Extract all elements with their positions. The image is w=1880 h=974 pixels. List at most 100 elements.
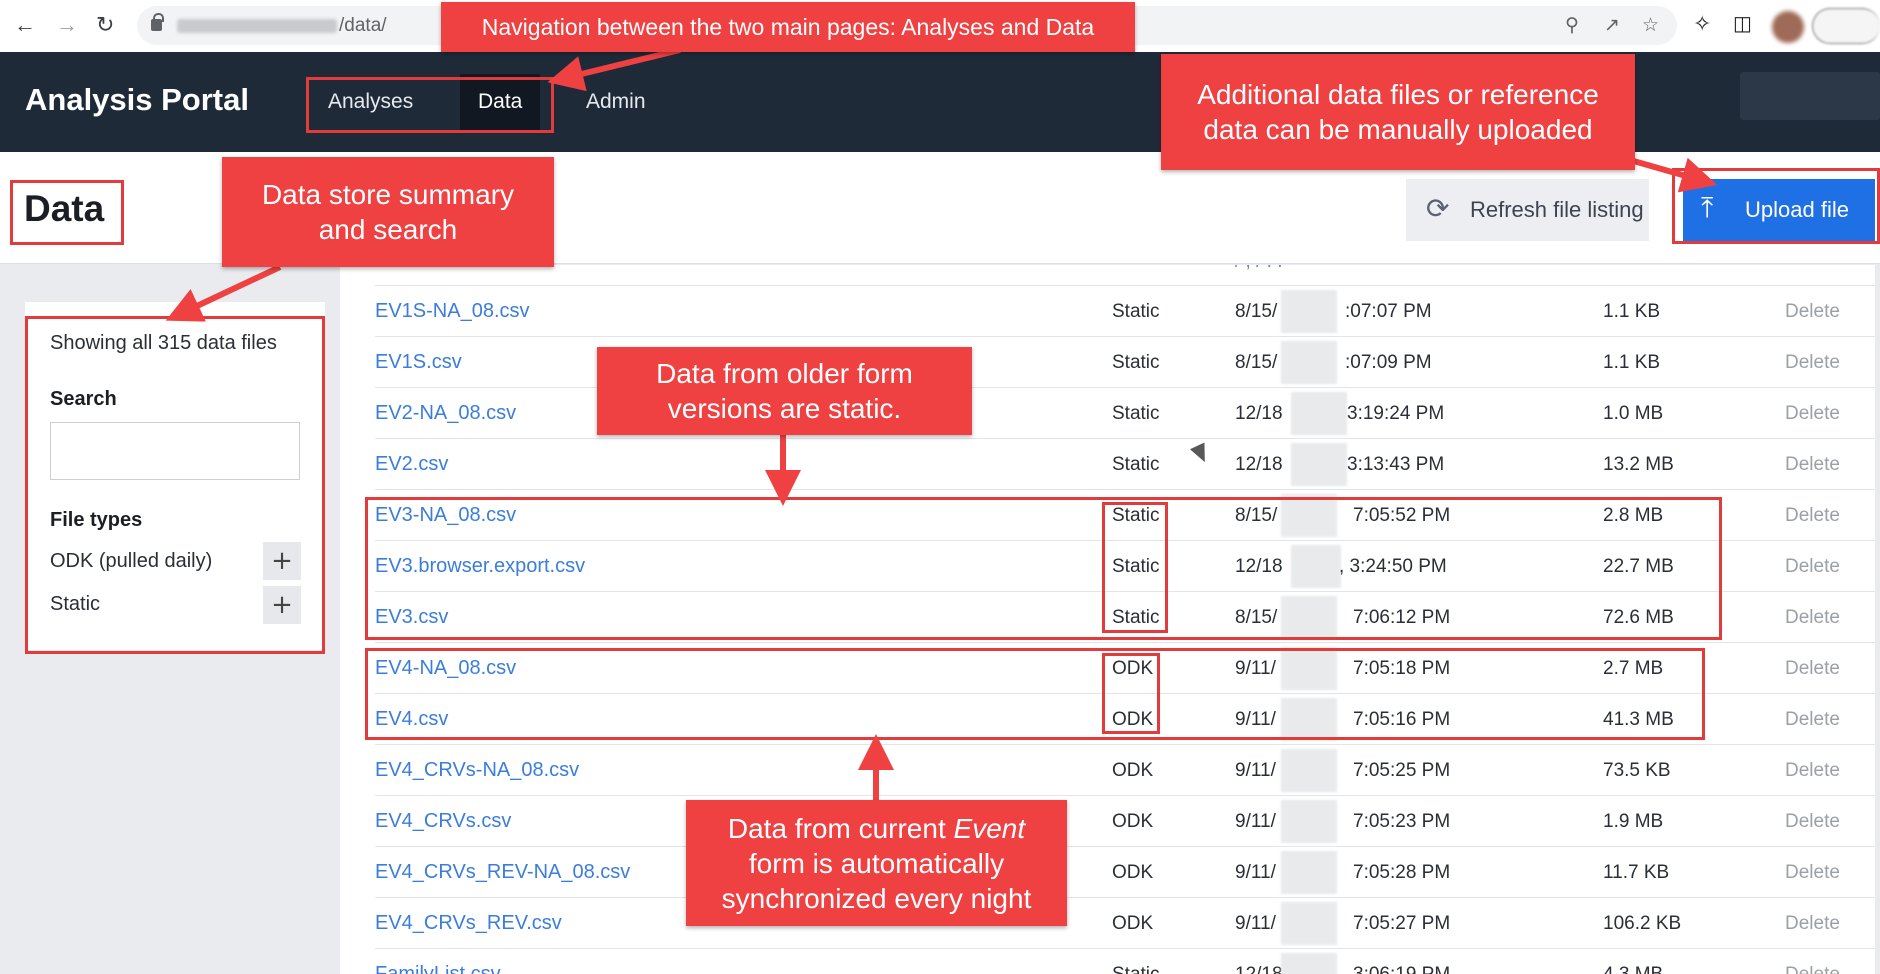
file-link[interactable]: EV4_CRVs_REV.csv xyxy=(375,912,562,935)
file-link[interactable]: EV2-NA_08.csv xyxy=(375,402,516,425)
file-link[interactable]: EV1S.csv xyxy=(375,351,462,374)
callout-static: Data from older form versions are static… xyxy=(597,347,972,435)
file-date-prefix: 9/11/ xyxy=(1235,862,1276,883)
delete-link[interactable]: Delete xyxy=(1785,862,1840,884)
callout-summary-text: Data store summary and search xyxy=(261,179,515,245)
file-link[interactable]: EV4_CRVs-NA_08.csv xyxy=(375,759,579,782)
callout-upload-text: Additional data files or reference data … xyxy=(1197,79,1599,145)
tab-admin[interactable]: Admin xyxy=(568,74,664,130)
file-size: 13.2 MB xyxy=(1603,454,1674,475)
highlight-nav-tabs xyxy=(306,77,554,133)
file-size: 11.7 KB xyxy=(1603,862,1670,883)
star-icon[interactable]: ☆ xyxy=(1642,14,1659,37)
arrow-left-icon[interactable]: ← xyxy=(14,12,36,38)
file-type: Static xyxy=(1112,964,1160,974)
delete-link[interactable]: Delete xyxy=(1785,658,1840,680)
file-type: Static xyxy=(1112,352,1160,373)
file-link[interactable]: EV1S-NA_08.csv xyxy=(375,300,530,323)
arrow-right-icon[interactable]: → xyxy=(56,12,78,38)
file-type: ODK xyxy=(1112,913,1154,934)
delete-link[interactable]: Delete xyxy=(1785,760,1840,782)
file-date-prefix: 9/11/ xyxy=(1235,811,1276,832)
file-date-prefix: 8/15/ xyxy=(1235,352,1278,373)
delete-link[interactable]: Delete xyxy=(1785,301,1840,323)
zoom-icon[interactable]: ⚲ xyxy=(1565,14,1579,37)
avatar[interactable] xyxy=(1772,11,1804,43)
callout-navigation: Navigation between the two main pages: A… xyxy=(441,2,1135,52)
file-link[interactable]: FamilyList.csv xyxy=(375,963,501,974)
highlight-sidebar xyxy=(25,316,325,654)
user-menu[interactable] xyxy=(1740,72,1880,120)
callout-odk-em: Event xyxy=(953,812,1026,844)
callout-navigation-text: Navigation between the two main pages: A… xyxy=(481,13,1095,40)
file-type: Static xyxy=(1112,301,1160,322)
file-link[interactable]: EV4_CRVs.csv xyxy=(375,810,511,833)
file-date-prefix: 12/18 xyxy=(1235,403,1283,424)
file-link[interactable]: EV2.csv xyxy=(375,453,448,476)
file-date-suffix: 3:19:24 PM xyxy=(1347,403,1445,424)
delete-link[interactable]: Delete xyxy=(1785,811,1840,833)
file-size: 73.5 KB xyxy=(1603,760,1671,781)
file-link[interactable]: EV4_CRVs_REV-NA_08.csv xyxy=(375,861,630,884)
file-size: 4.3 MB xyxy=(1603,964,1663,974)
profile-pill[interactable] xyxy=(1812,8,1880,44)
refresh-button-label: Refresh file listing xyxy=(1470,197,1644,222)
highlight-odk-rows xyxy=(365,648,1705,740)
puzzle-icon[interactable]: ✧ xyxy=(1693,11,1711,37)
delete-link[interactable]: Delete xyxy=(1785,913,1840,935)
file-date-suffix: 3:06:19 PM xyxy=(1353,964,1450,974)
highlight-static-rows xyxy=(365,497,1722,640)
callout-odk-line3: synchronized every night xyxy=(721,882,1032,914)
table-row: EV2.csv Static 12/18 3:13:43 PM 13.2 MB … xyxy=(375,439,1875,490)
delete-link[interactable]: Delete xyxy=(1785,505,1840,527)
refresh-file-listing-button[interactable]: ⟳ Refresh file listing xyxy=(1406,179,1649,241)
table-row: FamilyList.csv Static 12/18/ 3:06:19 PM … xyxy=(375,949,1875,974)
file-date-suffix: :07:09 PM xyxy=(1345,352,1432,373)
file-type: ODK xyxy=(1112,760,1154,781)
file-date-suffix: 7:05:25 PM xyxy=(1353,760,1451,781)
file-size: 1.1 KB xyxy=(1603,352,1661,373)
delete-link[interactable]: Delete xyxy=(1785,964,1840,974)
highlight-upload xyxy=(1672,168,1880,244)
delete-link[interactable]: Delete xyxy=(1785,403,1840,425)
callout-static-text: Data from older form versions are static… xyxy=(656,358,913,424)
file-date-prefix: 12/18/ xyxy=(1235,964,1288,974)
table-row: EV4_CRVs_REV-NA_08.csv ODK 9/11/ 7:05:28… xyxy=(375,847,1875,898)
file-date-suffix: 7:05:23 PM xyxy=(1353,811,1451,832)
highlight-odk-types xyxy=(1102,653,1160,734)
reload-icon[interactable]: ↻ xyxy=(96,12,114,38)
file-type: ODK xyxy=(1112,811,1154,832)
delete-link[interactable]: Delete xyxy=(1785,352,1840,374)
redacted-date xyxy=(1281,749,1337,792)
delete-link[interactable]: Delete xyxy=(1785,709,1840,731)
file-date-prefix: 9/11/ xyxy=(1235,760,1276,781)
redacted-date xyxy=(1281,851,1337,894)
refresh-icon: ⟳ xyxy=(1426,193,1450,224)
file-size: 1.0 MB xyxy=(1603,403,1664,424)
callout-odk-line1: Data from current Event xyxy=(727,812,1026,844)
callout-upload: Additional data files or reference data … xyxy=(1161,54,1635,170)
redacted-date xyxy=(1281,953,1337,974)
highlight-static-types xyxy=(1102,502,1168,633)
url-path: /data/ xyxy=(339,15,387,36)
callout-summary: Data store summary and search xyxy=(222,157,554,267)
redacted-date xyxy=(1291,443,1347,486)
file-date-prefix: 9/11/ xyxy=(1235,913,1276,934)
redacted-date xyxy=(1281,800,1337,843)
callout-odk-line2: form is automatically xyxy=(748,847,1005,879)
delete-link[interactable]: Delete xyxy=(1785,607,1840,629)
file-date-suffix: 3:13:43 PM xyxy=(1347,454,1445,475)
share-icon[interactable]: ↗ xyxy=(1604,14,1620,37)
redacted-date xyxy=(1291,392,1347,435)
redacted-date xyxy=(1281,902,1337,945)
sidepanel-icon[interactable]: ◫ xyxy=(1733,11,1752,37)
table-row: EV1S-NA_08.csv Static 8/15/ :07:07 PM 1.… xyxy=(375,286,1875,337)
file-size: 106.2 KB xyxy=(1603,913,1682,934)
file-date-prefix: 8/15/ xyxy=(1235,301,1278,322)
table-row: EV4_CRVs_REV.csv ODK 9/11/ 7:05:27 PM 10… xyxy=(375,898,1875,949)
file-type: Static xyxy=(1112,454,1160,475)
partial-date: / , / : : xyxy=(1235,265,1283,273)
delete-link[interactable]: Delete xyxy=(1785,556,1840,578)
delete-link[interactable]: Delete xyxy=(1785,454,1840,476)
file-size: 1.1 KB xyxy=(1603,301,1661,322)
